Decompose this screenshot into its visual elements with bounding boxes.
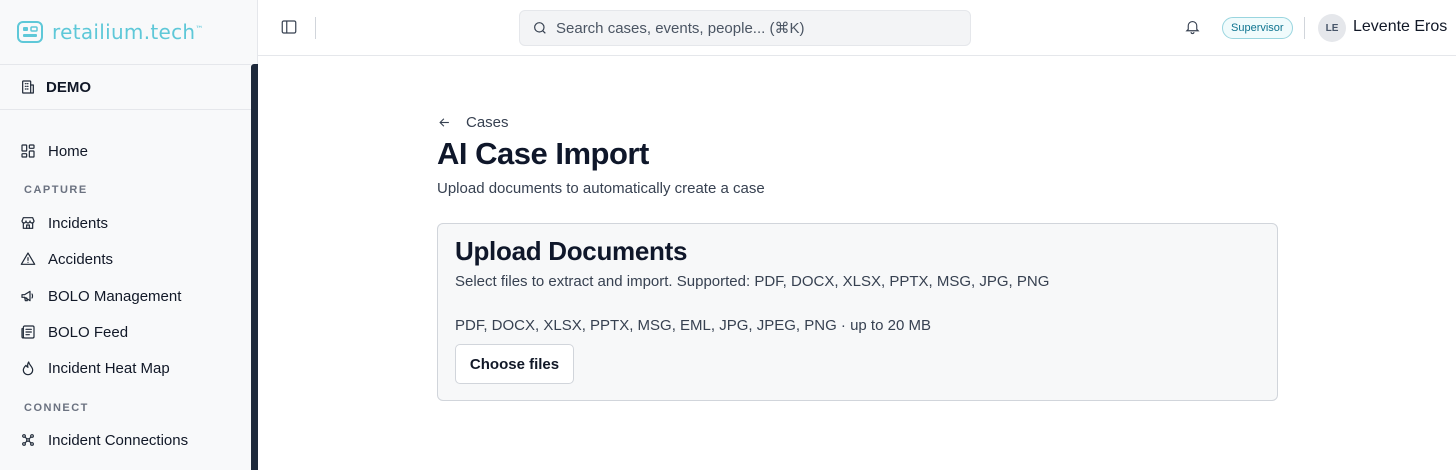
building-icon	[20, 79, 36, 95]
role-badge: Supervisor	[1222, 17, 1293, 39]
card-title: Upload Documents	[455, 236, 688, 266]
sidebar-section-capture: CAPTURE	[24, 184, 88, 196]
search-icon	[534, 22, 546, 34]
warning-triangle-icon	[20, 251, 36, 267]
sidebar-scrollbar[interactable]	[251, 64, 258, 470]
page-subtitle: Upload documents to automatically create…	[437, 180, 765, 197]
top-bar: Search cases, events, people... (⌘K) Sup…	[258, 0, 1456, 56]
upload-documents-card: Upload Documents Select files to extract…	[437, 223, 1278, 401]
sidebar-item-label: Incident Heat Map	[48, 359, 170, 377]
sidebar-item-label: BOLO Management	[48, 287, 182, 305]
brand-name: retailium.tech™	[52, 20, 204, 44]
sidebar-item-home[interactable]: Home	[20, 139, 88, 163]
sidebar-item-incident-heat-map[interactable]: Incident Heat Map	[20, 356, 170, 380]
back-link-label: Cases	[466, 114, 509, 131]
notifications-button[interactable]	[1184, 18, 1204, 38]
dashboard-grid-icon	[20, 143, 36, 159]
sidebar-item-incidents[interactable]: Incidents	[20, 211, 108, 235]
card-description: Select files to extract and import. Supp…	[455, 273, 1050, 290]
brand-logo-icon	[17, 21, 43, 43]
bell-icon	[1185, 20, 1200, 35]
org-switcher[interactable]: DEMO	[0, 64, 251, 110]
sidebar-item-accidents[interactable]: Accidents	[20, 247, 113, 271]
brand[interactable]: retailium.tech™	[16, 18, 204, 46]
page-title: AI Case Import	[437, 136, 649, 171]
network-icon	[20, 432, 36, 448]
store-icon	[20, 215, 36, 231]
divider	[315, 17, 316, 39]
sidebar-item-label: Incident Connections	[48, 431, 189, 449]
flame-icon	[20, 360, 36, 376]
sidebar-item-label: Home	[48, 142, 89, 160]
sidebar-toggle-button[interactable]	[280, 18, 300, 38]
avatar[interactable]: LE	[1318, 14, 1346, 42]
panel-left-icon	[281, 20, 297, 34]
sidebar-item-label: BOLO Feed	[48, 323, 129, 341]
divider	[1304, 17, 1305, 39]
file-types-hint: PDF, DOCX, XLSX, PPTX, MSG, EML, JPG, JP…	[455, 317, 931, 334]
search-placeholder: Search cases, events, people... (⌘K)	[556, 20, 805, 37]
arrow-left-icon	[439, 118, 449, 127]
org-label: DEMO	[46, 78, 91, 96]
sidebar: retailium.tech™ DEMO Home CAPTURE Incide…	[0, 0, 258, 470]
user-name[interactable]: Levente Eros	[1353, 18, 1447, 36]
sidebar-item-bolo-management[interactable]: BOLO Management	[20, 284, 181, 308]
sidebar-item-label: Incidents	[48, 214, 109, 232]
sidebar-item-bolo-feed[interactable]: BOLO Feed	[20, 320, 128, 344]
newspaper-icon	[20, 324, 36, 340]
search-input[interactable]: Search cases, events, people... (⌘K)	[519, 10, 971, 46]
megaphone-icon	[20, 288, 36, 304]
choose-files-button[interactable]: Choose files	[455, 344, 574, 384]
sidebar-section-connect: CONNECT	[24, 402, 89, 414]
back-to-cases-link[interactable]: Cases	[437, 114, 509, 131]
sidebar-item-label: Accidents	[48, 250, 114, 268]
sidebar-item-incident-connections[interactable]: Incident Connections	[20, 428, 188, 452]
